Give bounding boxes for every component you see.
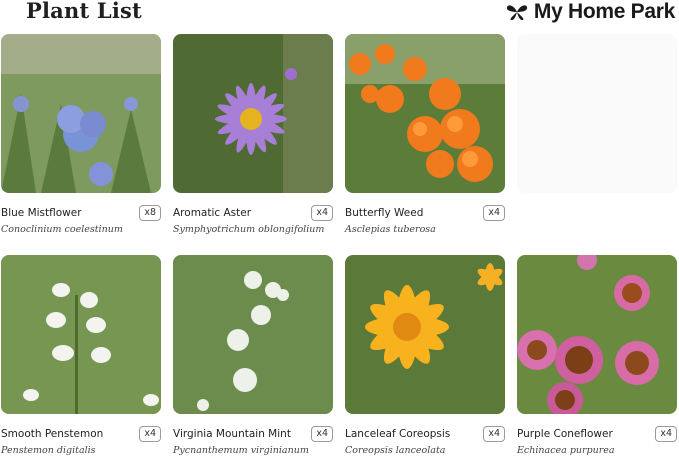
quantity-badge: x4 (311, 205, 333, 221)
plant-common-name: Purple Coneflower (517, 428, 613, 440)
plant-scientific-name: Echinacea purpurea (517, 445, 615, 456)
plant-photo (345, 34, 505, 193)
plant-photo (345, 255, 505, 414)
quantity-badge: x8 (139, 205, 161, 221)
plant-scientific-name: Conoclinium coelestinum (1, 224, 123, 235)
plant-card[interactable]: Aromatic Aster x4 Symphyotrichum oblongi… (173, 34, 333, 235)
plant-photo (1, 34, 161, 193)
plant-photo (1, 255, 161, 414)
plant-common-name: Blue Mistflower (1, 207, 82, 219)
plant-photo-placeholder (517, 34, 677, 193)
plant-common-name: Butterfly Weed (345, 207, 424, 219)
brand-logo[interactable]: My Home Park (506, 0, 675, 24)
plant-common-name: Virginia Mountain Mint (173, 428, 291, 440)
plant-photo (173, 34, 333, 193)
quantity-badge: x4 (139, 426, 161, 442)
plant-common-name: Lanceleaf Coreopsis (345, 428, 451, 440)
quantity-badge: x4 (483, 205, 505, 221)
plant-card[interactable]: Virginia Mountain Mint x4 Pycnanthemum v… (173, 255, 333, 456)
brand-name: My Home Park (533, 0, 675, 23)
butterfly-icon (506, 5, 527, 21)
plant-card[interactable]: Butterfly Weed x4 Asclepias tuberosa (345, 34, 505, 235)
plant-common-name: Smooth Penstemon (1, 428, 104, 440)
plant-scientific-name: Coreopsis lanceolata (345, 445, 446, 456)
plant-scientific-name: Asclepias tuberosa (345, 224, 436, 235)
plant-scientific-name: Pycnanthemum virginianum (173, 445, 309, 456)
plant-scientific-name: Symphyotrichum oblongifolium (173, 224, 325, 235)
quantity-badge: x4 (655, 426, 677, 442)
plant-card[interactable]: Lanceleaf Coreopsis x4 Coreopsis lanceol… (345, 255, 505, 456)
plant-common-name: Aromatic Aster (173, 207, 252, 219)
plant-scientific-name: Penstemon digitalis (1, 445, 96, 456)
quantity-badge: x4 (311, 426, 333, 442)
plant-photo (517, 255, 677, 414)
quantity-badge: x4 (483, 426, 505, 442)
plant-card[interactable]: Smooth Penstemon x4 Penstemon digitalis (1, 255, 161, 456)
plant-card[interactable]: Purple Coneflower x4 Echinacea purpurea (517, 255, 677, 456)
plant-photo (173, 255, 333, 414)
page-title: Plant List (26, 0, 142, 23)
plant-card-placeholder (517, 34, 677, 224)
plant-card[interactable]: Blue Mistflower x8 Conoclinium coelestin… (1, 34, 161, 235)
